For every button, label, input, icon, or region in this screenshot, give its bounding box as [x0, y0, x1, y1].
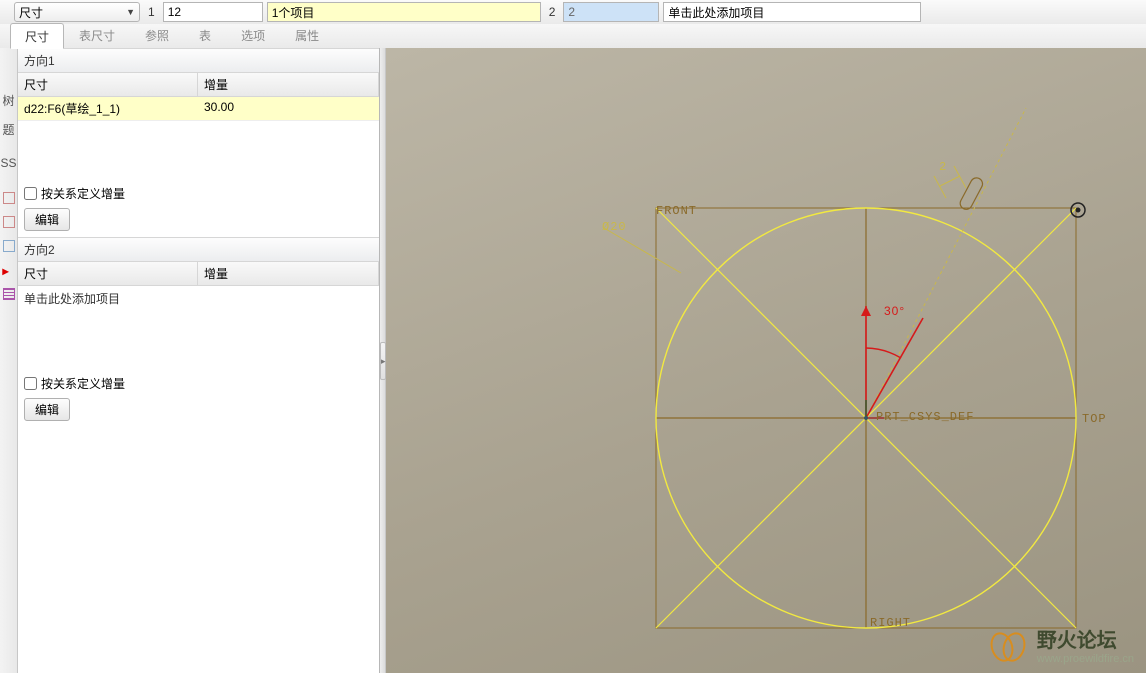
label-diameter: Ø20: [602, 220, 627, 234]
count-1-input[interactable]: 12: [163, 2, 263, 22]
dir2-add-item[interactable]: 单击此处添加项目: [18, 286, 379, 311]
panel-tabs: 尺寸 表尺寸 参照 表 选项 属性: [0, 24, 1146, 48]
dropdown-label: 尺寸: [19, 4, 43, 21]
label-small-dim: 2: [939, 160, 947, 174]
col-dimension: 尺寸: [18, 73, 198, 96]
tab-properties[interactable]: 属性: [280, 22, 334, 48]
dir1-row-dim: d22:F6(草绘_1_1): [18, 97, 198, 120]
tool-icon-2[interactable]: [3, 216, 15, 228]
left-icon-strip: 树 题 SS ▸: [0, 48, 18, 673]
dir1-table-header: 尺寸 增量: [18, 73, 379, 97]
direction-2-header: 方向2: [18, 237, 379, 262]
items-1-field[interactable]: 1个项目: [267, 2, 541, 22]
label-right: RIGHT: [870, 616, 911, 630]
dir1-relation-label: 按关系定义增量: [41, 185, 125, 202]
dir2-table-header: 尺寸 增量: [18, 262, 379, 286]
label-csys: PRT_CSYS_DEF: [876, 410, 974, 424]
top-toolbar: 尺寸 ▼ 1 12 1个项目 2 2 单击此处添加项目: [0, 0, 1146, 24]
chevron-down-icon: ▼: [126, 7, 135, 17]
dimension-type-dropdown[interactable]: 尺寸 ▼: [14, 2, 140, 22]
watermark-title: 野火论坛: [1037, 624, 1134, 653]
ss-icon[interactable]: SS: [0, 156, 16, 170]
label-front: FRONT: [656, 204, 697, 218]
dir1-relation-checkbox[interactable]: [24, 187, 37, 200]
dir2-relation-label: 按关系定义增量: [41, 375, 125, 392]
tool-icon-3[interactable]: [3, 240, 15, 252]
tab-options[interactable]: 选项: [226, 22, 280, 48]
wildfire-logo-icon: [991, 632, 1031, 658]
tool-icon-1[interactable]: [3, 192, 15, 204]
topic-icon[interactable]: 题: [2, 121, 14, 138]
col-increment: 增量: [198, 73, 379, 96]
tab-table-dimension[interactable]: 表尺寸: [64, 22, 130, 48]
label-1: 1: [144, 5, 159, 19]
tab-table[interactable]: 表: [184, 22, 226, 48]
dir2-edit-button[interactable]: 编辑: [24, 398, 70, 421]
label-2: 2: [545, 5, 560, 19]
count-2-input[interactable]: 2: [563, 2, 659, 22]
items-2-field[interactable]: 单击此处添加项目: [663, 2, 921, 22]
watermark: 野火论坛 www.proewildfire.cn: [991, 624, 1134, 665]
dir1-row-inc: 30.00: [198, 97, 379, 120]
tool-icon-5[interactable]: [3, 288, 15, 300]
dir1-edit-button[interactable]: 编辑: [24, 208, 70, 231]
label-angle: 30°: [884, 304, 905, 318]
tool-icon-4[interactable]: ▸: [3, 264, 15, 276]
dir2-relation-checkbox[interactable]: [24, 377, 37, 390]
model-viewport[interactable]: FRONT RIGHT TOP PRT_CSYS_DEF Ø20 30° 2 3…: [386, 48, 1146, 673]
dimension-panel: 方向1 尺寸 增量 d22:F6(草绘_1_1) 30.00 按关系定义增量 编…: [18, 48, 380, 673]
col-dimension-2: 尺寸: [18, 262, 198, 285]
direction-1-header: 方向1: [18, 48, 379, 73]
watermark-url: www.proewildfire.cn: [1037, 653, 1134, 665]
dir1-row[interactable]: d22:F6(草绘_1_1) 30.00: [18, 97, 379, 121]
col-increment-2: 增量: [198, 262, 379, 285]
tab-reference[interactable]: 参照: [130, 22, 184, 48]
label-top: TOP: [1082, 412, 1107, 426]
tree-icon[interactable]: 树: [2, 92, 14, 109]
tab-dimension[interactable]: 尺寸: [10, 23, 64, 49]
